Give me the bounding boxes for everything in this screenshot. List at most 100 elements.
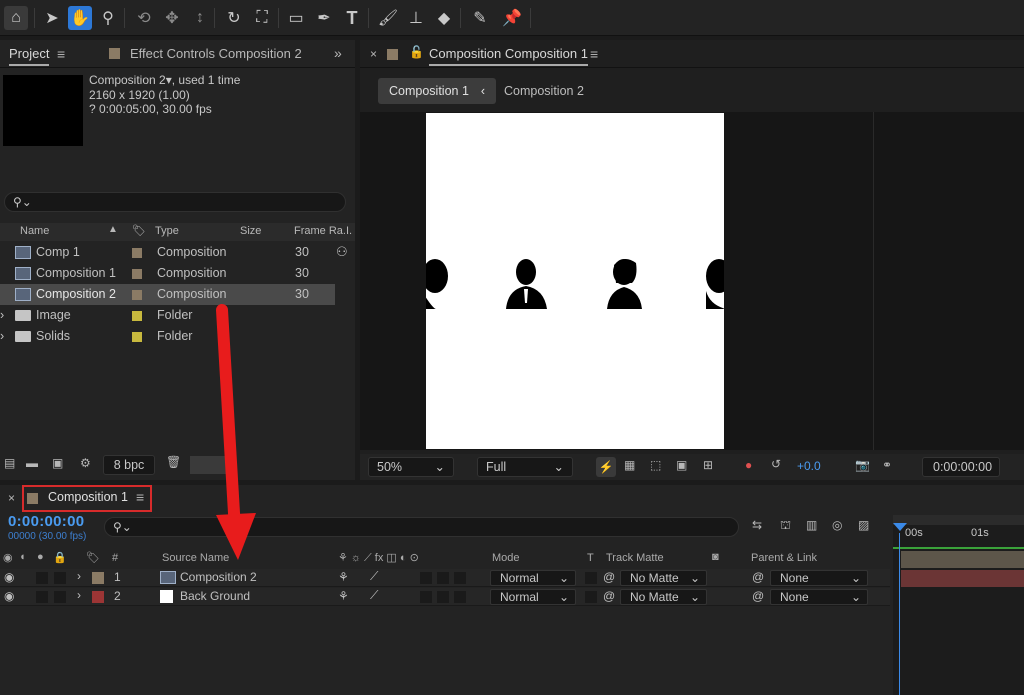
chevron-right-icon[interactable]: › xyxy=(0,329,4,343)
new-folder-icon[interactable]: ▬ xyxy=(26,456,38,470)
column-mode[interactable]: Mode xyxy=(492,552,520,564)
clone-stamp-icon[interactable]: ⊥ xyxy=(404,6,428,30)
column-source-name[interactable]: Source Name xyxy=(162,552,229,564)
grid-options-icon[interactable]: ⊞ xyxy=(703,458,713,472)
shy-switch-icon[interactable]: ⚘ xyxy=(338,570,349,584)
brush-icon[interactable]: 🖌 xyxy=(376,6,400,30)
viewer-tab-title[interactable]: Composition Composition 1 xyxy=(429,46,588,66)
roto-brush-icon[interactable]: ✎ xyxy=(468,6,492,30)
show-snapshot-icon[interactable]: ⚭ xyxy=(882,458,892,472)
reset-exposure-icon[interactable]: ↺ xyxy=(771,457,781,471)
type-icon[interactable]: T xyxy=(340,6,364,30)
trash-icon[interactable]: 🗑 xyxy=(166,455,181,469)
project-settings-icon[interactable]: ⚙ xyxy=(80,456,91,470)
parent-dropdown[interactable]: None ⌄ xyxy=(770,589,868,605)
work-area-bar[interactable] xyxy=(893,515,1024,525)
rotate-icon[interactable]: ↻ xyxy=(222,6,246,30)
exposure-value[interactable]: +0.0 xyxy=(797,459,821,473)
switch-box[interactable] xyxy=(420,591,432,603)
switch-box[interactable] xyxy=(454,572,466,584)
close-icon[interactable]: × xyxy=(8,491,15,505)
draft-3d-icon[interactable]: ⛫ xyxy=(780,518,791,534)
puppet-pin-icon[interactable]: 📌 xyxy=(500,6,524,30)
column-extra[interactable]: I xyxy=(346,225,349,237)
tab-project[interactable]: Project xyxy=(9,46,50,66)
timeline-layer-row[interactable]: ◉ › 1 Composition 2 ⚘ ⟋ Normal ⌄ @ No Mat… xyxy=(0,569,890,587)
eraser-icon[interactable]: ◆ xyxy=(432,6,456,30)
label-color-swatch[interactable] xyxy=(92,591,104,603)
eye-icon[interactable]: ◉ xyxy=(4,589,14,603)
chevron-right-icon[interactable]: › xyxy=(77,569,81,583)
current-time-display[interactable]: 0:00:00:00 xyxy=(8,513,84,530)
selection-arrow-icon[interactable]: ➤ xyxy=(40,6,64,30)
chevron-right-icon[interactable]: › xyxy=(77,588,81,602)
close-icon[interactable]: × xyxy=(370,47,377,61)
pen-icon[interactable]: ✒ xyxy=(312,6,336,30)
snapshot-icon[interactable]: 📷 xyxy=(855,458,870,472)
project-item-composition-1[interactable]: Composition 1 Composition 30 xyxy=(0,263,335,284)
column-name[interactable]: Name xyxy=(20,225,49,237)
label-tag-icon[interactable]: 🏷 xyxy=(86,551,100,564)
switch-box[interactable] xyxy=(437,572,449,584)
dolly-camera-icon[interactable]: ↕ xyxy=(188,6,212,30)
label-color-swatch[interactable] xyxy=(132,290,142,300)
preserve-transparency-toggle[interactable] xyxy=(585,591,597,603)
solo-toggle[interactable] xyxy=(36,591,48,603)
lock-icon[interactable]: 🔓 xyxy=(409,45,424,59)
preserve-transparency-toggle[interactable] xyxy=(585,572,597,584)
timeline-search-input[interactable]: ⚲⌄ xyxy=(104,517,739,537)
matte-link-icon[interactable]: @ xyxy=(603,570,615,584)
viewer-timecode-field[interactable]: 0:00:00:00 xyxy=(922,457,1000,477)
panel-menu-icon[interactable]: ≡ xyxy=(590,46,598,62)
parent-dropdown[interactable]: None ⌄ xyxy=(770,570,868,586)
panel-overflow-icon[interactable]: » xyxy=(334,45,342,61)
label-color-swatch[interactable] xyxy=(132,269,142,279)
orbit-camera-icon[interactable]: ⟲ xyxy=(132,6,156,30)
fast-previews-icon[interactable]: ⚡ xyxy=(596,457,616,477)
subtab-composition-2[interactable]: Composition 2 xyxy=(493,78,595,104)
quality-switch-icon[interactable]: ⟋ xyxy=(370,588,378,603)
bit-depth-button[interactable]: 8 bpc xyxy=(103,455,155,475)
viewer-canvas[interactable] xyxy=(360,112,1024,450)
label-color-swatch[interactable] xyxy=(132,332,142,342)
flowchart-icon[interactable]: ⚇ xyxy=(336,244,348,260)
lock-toggle[interactable] xyxy=(54,572,66,584)
layer-bar[interactable] xyxy=(901,570,1024,587)
switch-box[interactable] xyxy=(454,591,466,603)
label-color-swatch[interactable] xyxy=(132,311,142,321)
pick-whip-icon[interactable]: @ xyxy=(752,589,764,603)
timeline-layer-row[interactable]: ◉ › 2 Back Ground ⚘ ⟋ Normal ⌄ @ No Matte… xyxy=(0,588,890,606)
pan-behind-icon[interactable]: ⛶ xyxy=(250,6,274,30)
lock-toggle[interactable] xyxy=(54,591,66,603)
track-matte-dropdown[interactable]: No Matte ⌄ xyxy=(620,570,707,586)
new-composition-icon[interactable]: ▣ xyxy=(52,456,63,470)
switches-icon[interactable]: ⚘ ☼ ⟋ fx ◫ ◐ ⊙ xyxy=(338,551,419,565)
quality-switch-icon[interactable]: ⟋ xyxy=(370,569,378,584)
frame-blending-icon[interactable]: ◎ xyxy=(832,518,842,532)
interpret-footage-icon[interactable]: ▤ xyxy=(4,456,15,470)
blend-mode-dropdown[interactable]: Normal ⌄ xyxy=(490,589,576,605)
graph-editor-icon[interactable]: ▨ xyxy=(858,518,869,532)
panel-menu-icon[interactable]: ≡ xyxy=(57,46,65,62)
transparency-grid-icon[interactable]: ▦ xyxy=(624,458,635,472)
column-track-matte[interactable]: Track Matte xyxy=(606,552,664,564)
region-of-interest-icon[interactable]: ⬚ xyxy=(650,458,661,472)
timeline-tab-title[interactable]: Composition 1 xyxy=(48,490,128,504)
thumbnail-transparency-toggle[interactable] xyxy=(190,456,232,474)
guides-icon[interactable]: ▣ xyxy=(676,458,687,472)
track-matte-dropdown[interactable]: No Matte ⌄ xyxy=(620,589,707,605)
solo-icon[interactable]: ● xyxy=(37,551,44,563)
eye-icon[interactable]: ◉ xyxy=(3,551,13,564)
subtab-composition-1[interactable]: Composition 1 ‹ xyxy=(378,78,497,104)
rectangle-icon[interactable]: ▭ xyxy=(284,6,308,30)
shy-layers-icon[interactable]: ▥ xyxy=(806,518,817,532)
solo-toggle[interactable] xyxy=(36,572,48,584)
project-item-composition-2[interactable]: Composition 2 Composition 30 xyxy=(0,284,335,305)
project-item-solids-folder[interactable]: › Solids Folder xyxy=(0,326,335,347)
label-color-swatch[interactable] xyxy=(92,572,104,584)
zoom-icon[interactable]: ⚲ xyxy=(96,6,120,30)
project-search-input[interactable]: ⚲⌄ xyxy=(4,192,346,212)
column-frame-rate[interactable]: Frame Ra... xyxy=(294,225,352,237)
panel-menu-icon[interactable]: ≡ xyxy=(136,489,144,505)
audio-icon[interactable]: ◖ xyxy=(19,551,26,563)
